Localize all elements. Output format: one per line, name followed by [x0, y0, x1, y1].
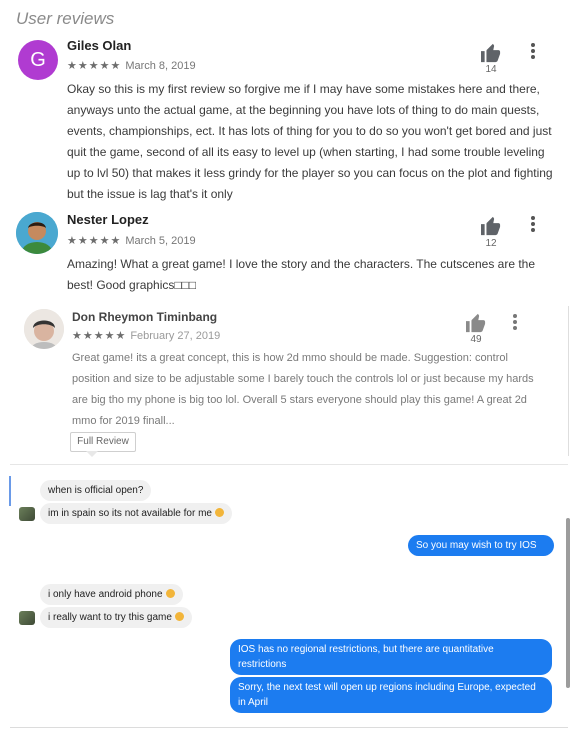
like-count: 49 [470, 334, 482, 345]
star-rating: ★★★★★ [67, 60, 122, 72]
avatar[interactable] [24, 309, 64, 349]
chat-message-incoming: when is official open? [40, 480, 152, 501]
review-date: February 27, 2019 [130, 330, 221, 342]
review-text: Okay so this is my first review so forgi… [67, 82, 553, 201]
reviewer-name: Don Rheymon Timinbang [72, 310, 218, 324]
review-text: Amazing! What a great game! I love the s… [67, 257, 536, 292]
chat-message-incoming: im in spain so its not available for me [40, 503, 232, 524]
avatar[interactable]: G [18, 40, 58, 80]
message-text: when is official open? [48, 485, 144, 496]
message-text: So you may wish to try IOS [416, 540, 537, 551]
review-date: March 5, 2019 [125, 235, 196, 247]
chat-message-outgoing: So you may wish to try IOS [408, 535, 554, 556]
message-text: Sorry, the next test will open up region… [238, 682, 536, 708]
chat-accent-bar [9, 476, 11, 506]
like-count: 14 [485, 64, 497, 75]
chat-avatar[interactable] [19, 507, 35, 521]
more-vert-icon[interactable] [512, 313, 518, 331]
review-date: March 8, 2019 [125, 60, 196, 72]
review-meta: ★★★★★ February 27, 2019 [72, 329, 220, 342]
chat-message-outgoing: IOS has no regional restrictions, but th… [230, 639, 552, 675]
reviewer-name: Nester Lopez [67, 212, 149, 227]
thumbs-up-icon[interactable] [480, 216, 502, 236]
review-text: Great game! its a great concept, this is… [72, 352, 534, 427]
review-meta: ★★★★★ March 5, 2019 [67, 234, 196, 247]
chat-message-incoming: i really want to try this game [40, 607, 192, 628]
reviewer-name: Giles Olan [67, 38, 132, 53]
message-text: i only have android phone [48, 589, 163, 600]
more-vert-icon[interactable] [530, 215, 536, 233]
message-text: i really want to try this game [48, 612, 172, 623]
caret-icon [86, 451, 98, 457]
star-rating: ★★★★★ [72, 330, 127, 342]
chat-scrollbar[interactable] [566, 518, 570, 688]
more-vert-icon[interactable] [530, 42, 536, 60]
like-count: 12 [485, 238, 497, 249]
avatar-portrait [24, 309, 64, 349]
message-text: IOS has no regional restrictions, but th… [238, 644, 494, 670]
message-text: im in spain so its not available for me [48, 508, 212, 519]
section-title: User reviews [16, 9, 115, 28]
star-rating: ★★★★★ [67, 235, 122, 247]
full-review-button[interactable]: Full Review [70, 432, 136, 452]
divider [568, 306, 569, 456]
smile-emoji-icon [214, 508, 224, 517]
smile-emoji-icon [165, 589, 175, 598]
smile-emoji-icon [174, 612, 184, 621]
avatar[interactable] [16, 212, 58, 254]
chat-message-incoming: i only have android phone [40, 584, 183, 605]
thumbs-up-icon[interactable] [465, 313, 487, 333]
chat-avatar[interactable] [19, 611, 35, 625]
review-meta: ★★★★★ March 8, 2019 [67, 59, 196, 72]
avatar-letter: G [30, 48, 46, 71]
avatar-portrait [16, 212, 58, 254]
chat-message-outgoing: Sorry, the next test will open up region… [230, 677, 552, 713]
thumbs-up-icon[interactable] [480, 43, 502, 63]
